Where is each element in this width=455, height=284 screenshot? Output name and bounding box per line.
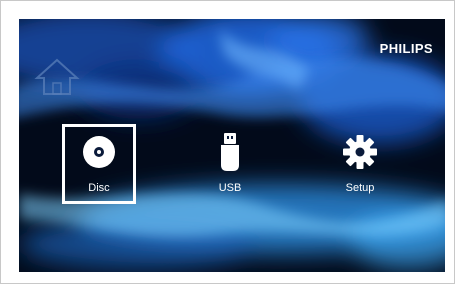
menu-item-label: Disc (88, 182, 110, 194)
home-screen: PHILIPS Disc USB Setup (19, 19, 445, 272)
philips-logo: PHILIPS (379, 41, 433, 56)
screenshot-frame: PHILIPS Disc USB Setup (0, 0, 455, 284)
home-icon[interactable] (33, 57, 81, 97)
usb-drive-icon (219, 133, 241, 171)
menu-item-disc[interactable]: Disc (62, 124, 136, 204)
menu-item-label: USB (218, 182, 242, 194)
menu-item-usb[interactable]: USB (193, 124, 267, 204)
menu-item-label: Setup (345, 182, 375, 194)
disc-icon (82, 134, 116, 170)
menu-item-setup[interactable]: Setup (323, 124, 397, 204)
gear-icon (342, 134, 378, 170)
